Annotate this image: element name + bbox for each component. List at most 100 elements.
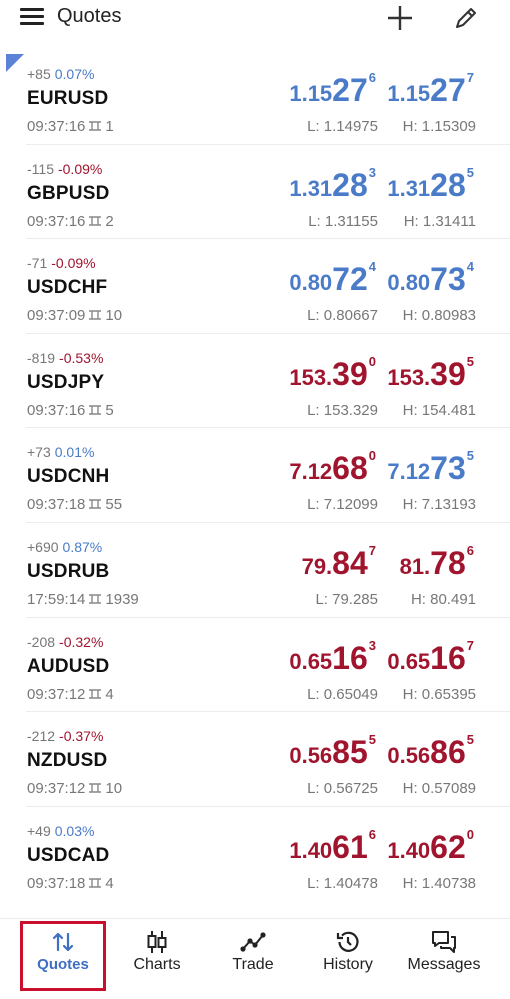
low-price: L: 1.31155 bbox=[308, 212, 378, 230]
bid-pip-digit: 0 bbox=[368, 448, 376, 464]
hamburger-menu-icon[interactable] bbox=[20, 8, 44, 26]
quote-row[interactable]: +73 0.01% USDCNH 09:37:18 55 7.12680 7.127… bbox=[0, 428, 510, 523]
bottom-navigation: Quotes Charts Trade History Messages bbox=[0, 918, 510, 993]
quote-row[interactable]: -208 -0.32% AUDUSD 09:37:12 4 0.65163 0.65… bbox=[0, 618, 510, 713]
bid-small-digits: 153. bbox=[289, 364, 333, 390]
quote-row[interactable]: -115 -0.09% GBPUSD 09:37:16 2 1.31283 1.31… bbox=[0, 145, 510, 240]
ask-price[interactable]: 81.786 bbox=[400, 542, 474, 582]
change-info: -212 -0.37% bbox=[27, 728, 103, 744]
change-percent: -0.53% bbox=[59, 349, 104, 366]
quote-row[interactable]: -819 -0.53% USDJPY 09:37:16 5 153.390 153.… bbox=[0, 334, 510, 429]
ask-small-digits: 0.65 bbox=[387, 648, 431, 674]
spread-icon bbox=[89, 783, 102, 793]
trend-line-icon bbox=[240, 932, 266, 952]
time-text: 09:37:12 bbox=[27, 685, 86, 703]
bid-pip-digit: 3 bbox=[368, 164, 376, 180]
spread-icon bbox=[89, 688, 102, 699]
symbol-name: AUDUSD bbox=[27, 655, 110, 677]
ask-price[interactable]: 1.15277 bbox=[387, 70, 474, 109]
ask-pip-digit: 6 bbox=[466, 542, 474, 558]
ask-price[interactable]: 1.31285 bbox=[387, 164, 474, 204]
ask-small-digits: 7.12 bbox=[387, 459, 431, 485]
nav-messages[interactable]: Messages bbox=[400, 919, 488, 993]
candlestick-icon bbox=[147, 931, 167, 953]
bid-price[interactable]: 1.40616 bbox=[289, 827, 376, 866]
time-text: 09:37:18 bbox=[27, 874, 86, 892]
time-text: 09:37:12 bbox=[27, 780, 86, 798]
quote-row[interactable]: -71 -0.09% USDCHF 09:37:09 10 0.80724 0.80… bbox=[0, 239, 510, 334]
symbol-name: USDRUB bbox=[27, 560, 110, 582]
change-info: -819 -0.53% bbox=[27, 350, 103, 366]
quote-time: 09:37:16 5 bbox=[27, 402, 114, 419]
bid-price[interactable]: 1.15276 bbox=[289, 70, 376, 109]
nav-trade-label: Trade bbox=[232, 956, 274, 973]
pencil-icon[interactable] bbox=[452, 4, 480, 32]
change-percent: 0.01% bbox=[54, 444, 95, 461]
spread-value: 1 bbox=[105, 118, 114, 135]
quote-row[interactable]: +85 0.07% EURUSD 09:37:16 1 1.15276 1.1527… bbox=[0, 50, 510, 145]
symbol-name: EURUSD bbox=[27, 88, 109, 109]
low-price: L: 0.56725 bbox=[307, 780, 378, 798]
bid-small-digits: 1.40 bbox=[289, 837, 333, 863]
bid-price[interactable]: 153.390 bbox=[289, 354, 376, 393]
ask-pip-digit: 4 bbox=[466, 259, 474, 275]
spread-value: 4 bbox=[105, 685, 114, 703]
bid-price[interactable]: 0.65163 bbox=[289, 637, 376, 677]
plus-icon[interactable] bbox=[387, 5, 413, 31]
high-price: H: 0.65395 bbox=[402, 685, 476, 703]
high-price: H: 0.80983 bbox=[402, 307, 476, 325]
low-price: L: 0.80667 bbox=[307, 307, 378, 325]
change-info: -208 -0.32% bbox=[27, 634, 103, 650]
quote-row[interactable]: -212 -0.37% NZDUSD 09:37:12 10 0.56855 0.5… bbox=[0, 712, 510, 807]
ask-price[interactable]: 1.40620 bbox=[387, 827, 474, 866]
spread-icon bbox=[89, 499, 102, 510]
nav-trade[interactable]: Trade bbox=[214, 919, 292, 993]
bid-price[interactable]: 7.12680 bbox=[289, 448, 376, 487]
nav-messages-label: Messages bbox=[407, 956, 481, 973]
bid-price[interactable]: 0.56855 bbox=[289, 732, 376, 771]
ask-price[interactable]: 0.56865 bbox=[387, 732, 474, 771]
nav-charts[interactable]: Charts bbox=[118, 919, 196, 993]
change-info: +73 0.01% bbox=[27, 444, 94, 460]
quote-time: 09:37:18 4 bbox=[27, 875, 114, 892]
high-price: H: 1.15309 bbox=[402, 118, 476, 135]
quote-row[interactable]: +690 0.87% USDRUB 17:59:14 1939 79.847 81.… bbox=[0, 523, 510, 618]
ask-price[interactable]: 153.395 bbox=[387, 353, 474, 393]
bid-big-digits: 28 bbox=[332, 166, 368, 203]
bid-pip-digit: 3 bbox=[368, 637, 376, 653]
symbol-name: USDCNH bbox=[27, 466, 110, 488]
spread-icon bbox=[89, 121, 102, 131]
change-info: -71 -0.09% bbox=[27, 255, 96, 271]
symbol-name: USDCHF bbox=[27, 277, 108, 299]
bid-small-digits: 79. bbox=[301, 553, 333, 579]
bid-price[interactable]: 79.847 bbox=[301, 543, 376, 582]
ask-price[interactable]: 0.65167 bbox=[387, 638, 474, 677]
change-info: -115 -0.09% bbox=[27, 161, 102, 177]
time-text: 09:37:16 bbox=[27, 118, 86, 135]
symbol-name: USDJPY bbox=[27, 371, 105, 393]
ask-small-digits: 0.56 bbox=[387, 743, 431, 769]
high-price: H: 0.57089 bbox=[402, 780, 476, 798]
ask-price[interactable]: 0.80734 bbox=[387, 259, 474, 298]
change-percent: -0.32% bbox=[59, 633, 104, 650]
ask-small-digits: 0.80 bbox=[387, 270, 431, 296]
ask-big-digits: 16 bbox=[430, 639, 466, 676]
bid-small-digits: 0.65 bbox=[289, 648, 333, 674]
nav-history[interactable]: History bbox=[308, 919, 388, 993]
ask-big-digits: 73 bbox=[430, 450, 466, 487]
bid-price[interactable]: 0.80724 bbox=[289, 259, 376, 298]
bid-price[interactable]: 1.31283 bbox=[289, 164, 376, 204]
ask-price[interactable]: 7.12735 bbox=[387, 448, 474, 487]
change-percent: -0.09% bbox=[51, 255, 96, 272]
change-percent: 0.87% bbox=[62, 538, 103, 555]
ask-pip-digit: 5 bbox=[466, 164, 474, 180]
high-price: H: 1.31411 bbox=[403, 212, 476, 230]
ask-pip-digit: 5 bbox=[466, 353, 474, 369]
bid-big-digits: 61 bbox=[332, 828, 368, 865]
quote-row[interactable]: +49 0.03% USDCAD 09:37:18 4 1.40616 1.4062… bbox=[0, 807, 510, 902]
nav-quotes[interactable]: Quotes bbox=[20, 919, 106, 993]
spread-value: 1939 bbox=[105, 590, 139, 608]
symbol-name: GBPUSD bbox=[27, 182, 110, 204]
ask-big-digits: 86 bbox=[430, 734, 466, 771]
low-price: L: 79.285 bbox=[315, 590, 378, 608]
